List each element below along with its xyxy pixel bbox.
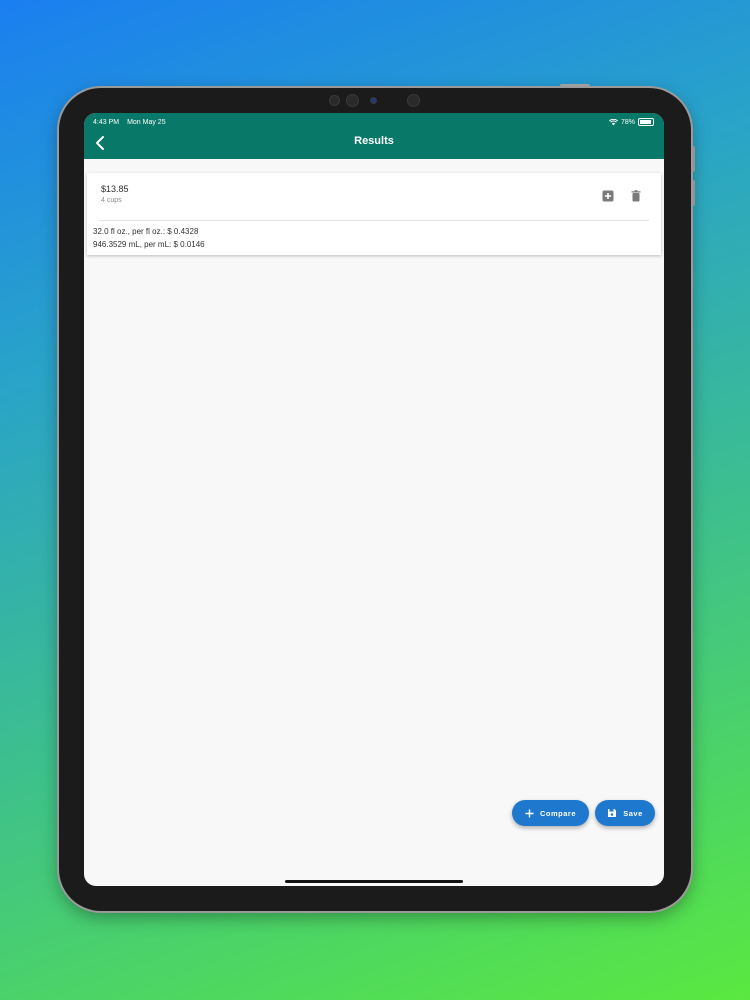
sensor-dot [329,95,340,106]
detail-line-fl-oz: 32.0 fl oz., per fl oz.: $ 0.4328 [93,227,199,236]
battery-percent: 78% [620,118,635,126]
camera-indicator [370,97,377,104]
save-label: Save [623,808,643,818]
status-bar: 4:43 PM Mon May 25 78% [93,116,654,128]
status-right: 78% [608,118,654,126]
add-item-button[interactable] [601,189,615,203]
face-sensor [407,94,420,107]
front-camera [346,94,359,107]
app-screen: 4:43 PM Mon May 25 78% Results $13.85 4 … [84,113,664,886]
status-time: 4:43 PM [93,118,120,126]
result-card-header: $13.85 4 cups [99,173,649,221]
quantity-text: 4 cups [101,197,122,204]
home-indicator [285,880,463,883]
price-text: $13.85 [101,184,129,194]
delete-item-button[interactable] [629,189,643,203]
volume-up-button [691,146,695,172]
page-title: Results [354,135,394,147]
detail-line-ml: 946.3529 mL, per mL: $ 0.0146 [93,240,205,249]
floppy-disk-icon [608,809,617,817]
battery-icon [638,118,654,126]
plus-icon [525,809,534,817]
wifi-icon [608,118,618,125]
status-date: Mon May 25 [127,118,166,126]
compare-label: Compare [539,808,576,818]
save-button[interactable]: Save [595,800,655,826]
app-bar: 4:43 PM Mon May 25 78% Results [84,113,664,159]
result-card: $13.85 4 cups 32.0 fl oz., per fl oz.: $… [87,173,661,255]
trash-icon [631,190,641,202]
volume-down-button [691,180,695,206]
add-box-icon [602,190,614,202]
compare-button[interactable]: Compare [512,800,589,826]
